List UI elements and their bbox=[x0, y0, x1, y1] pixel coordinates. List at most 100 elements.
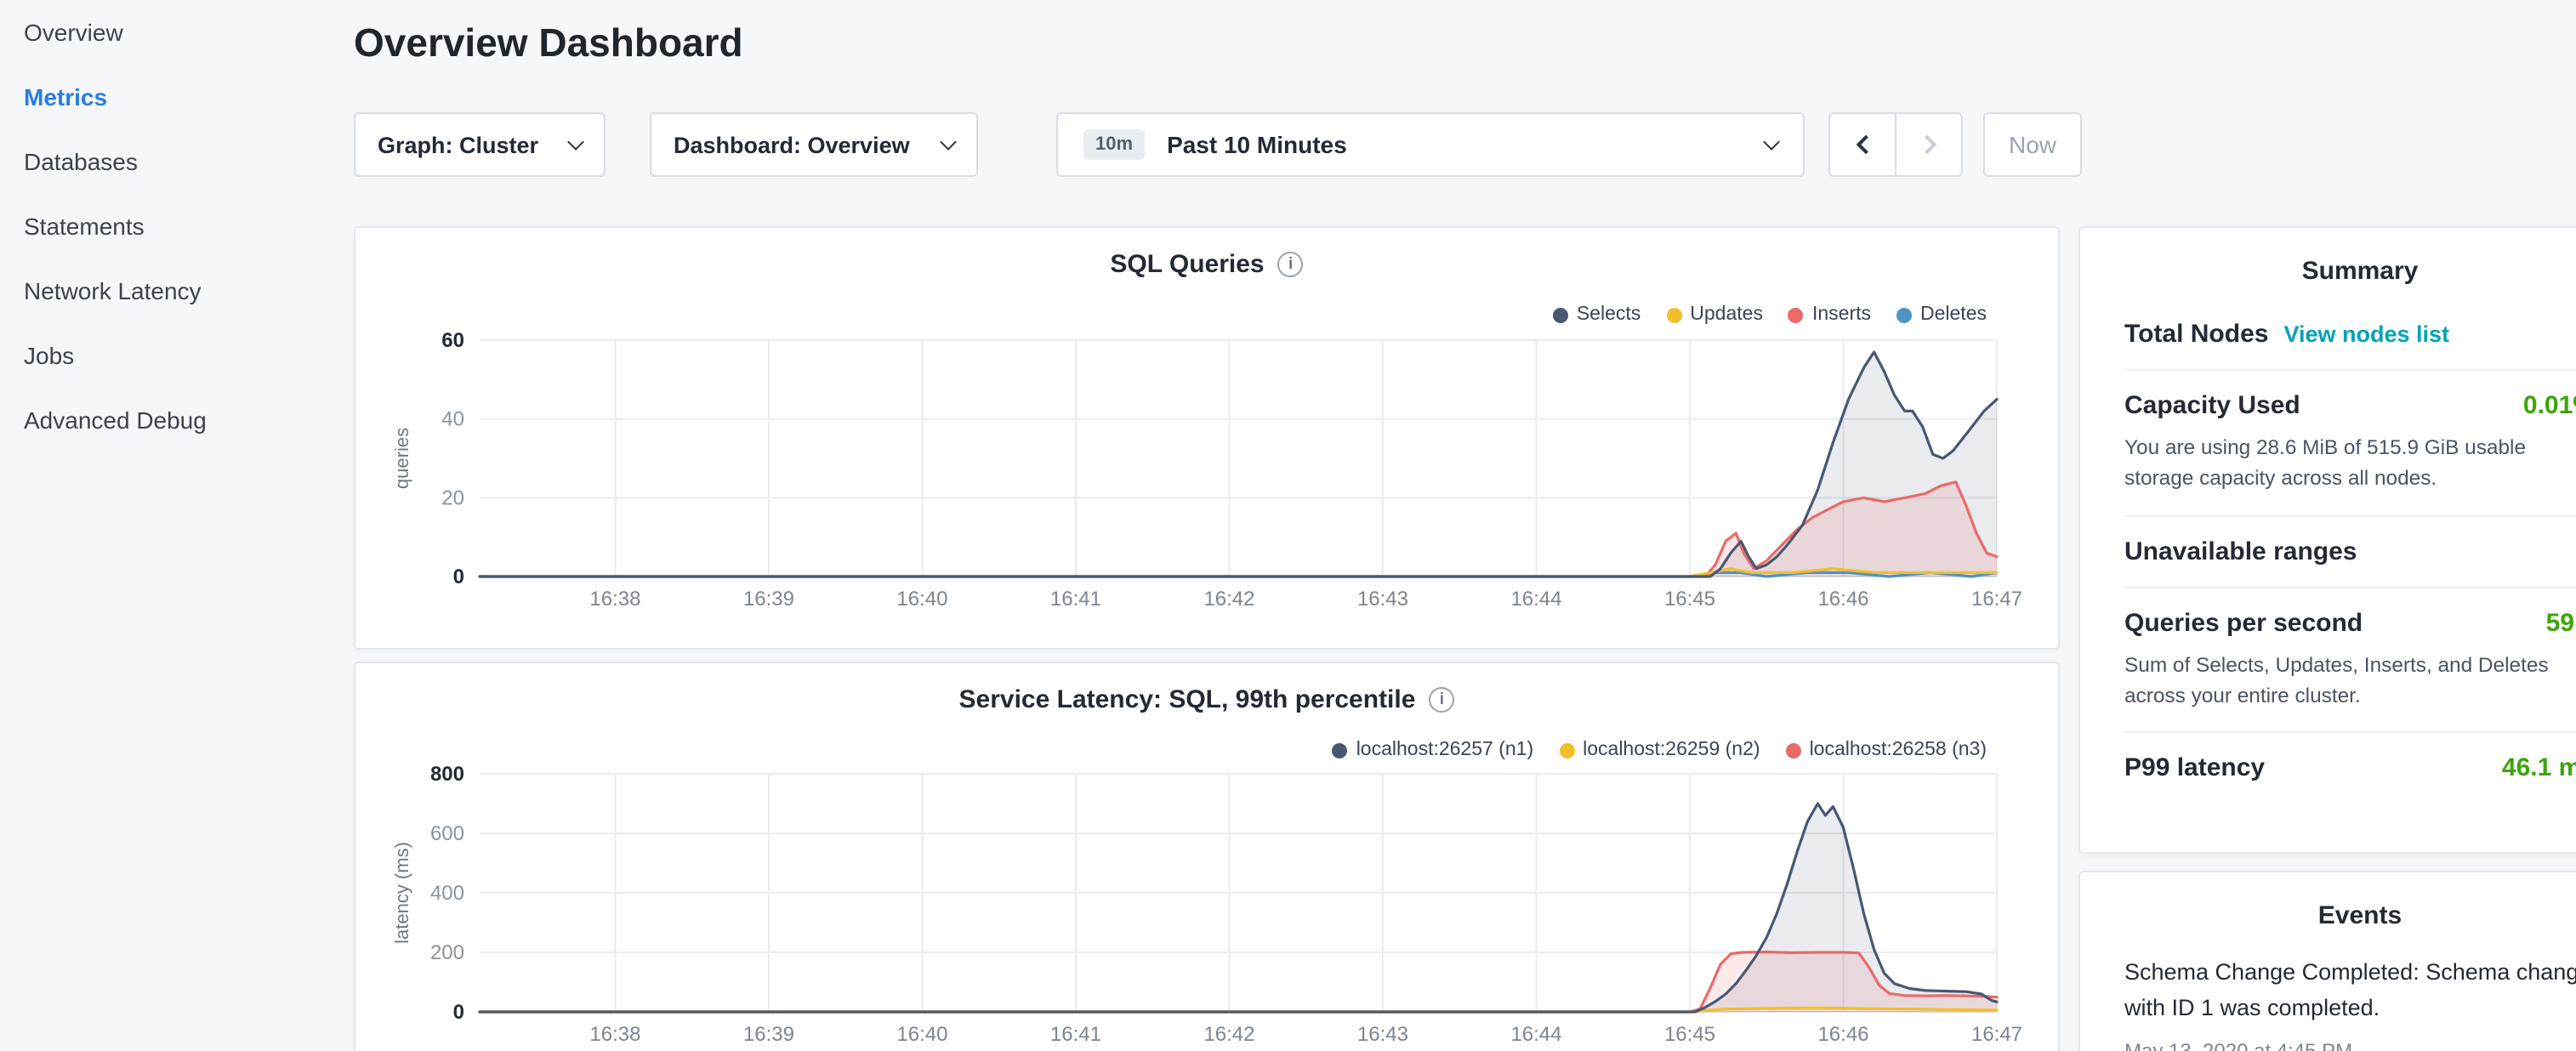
sidebar-item-advanced-debug[interactable]: Advanced Debug bbox=[0, 388, 340, 452]
dashboard-controls: Graph: Cluster Dashboard: Overview 10m P… bbox=[354, 112, 2575, 177]
service-latency-chart[interactable]: 020040060080016:3816:3916:4016:4116:4216… bbox=[393, 757, 2026, 1051]
event-text: Schema Change Completed: Schema change w… bbox=[2124, 956, 2576, 1027]
event-timestamp: May 13, 2020 at 4:45 PM bbox=[2124, 1039, 2576, 1051]
event-item[interactable]: Schema Change Completed: Schema change w… bbox=[2124, 956, 2576, 1051]
time-window-badge: 10m bbox=[1083, 129, 1145, 160]
legend-label: Updates bbox=[1690, 304, 1763, 325]
time-window-pager bbox=[1828, 112, 1963, 177]
view-nodes-list-link[interactable]: View nodes list bbox=[2283, 321, 2449, 347]
svg-text:16:40: 16:40 bbox=[896, 588, 947, 611]
summary-title: Summary bbox=[2080, 228, 2576, 286]
svg-text:16:38: 16:38 bbox=[589, 588, 640, 611]
svg-text:200: 200 bbox=[430, 941, 464, 964]
summary-stat-total-nodes: Total NodesView nodes list 3 bbox=[2124, 299, 2576, 369]
summary-panel: Summary Total NodesView nodes list 3 Cap… bbox=[2078, 226, 2576, 854]
svg-text:16:46: 16:46 bbox=[1817, 1023, 1868, 1046]
svg-text:16:39: 16:39 bbox=[743, 588, 794, 611]
events-panel: Events Schema Change Completed: Schema c… bbox=[2078, 871, 2576, 1051]
legend-dot-icon bbox=[1666, 307, 1681, 322]
stat-label-text: Total Nodes bbox=[2124, 320, 2268, 349]
graph-scope-label: Graph: Cluster bbox=[378, 132, 538, 157]
sidebar-item-databases[interactable]: Databases bbox=[0, 129, 340, 194]
svg-text:16:47: 16:47 bbox=[1971, 1023, 2022, 1046]
svg-text:60: 60 bbox=[441, 329, 464, 352]
svg-text:0: 0 bbox=[453, 1001, 464, 1024]
svg-text:16:40: 16:40 bbox=[896, 1023, 947, 1046]
svg-text:16:45: 16:45 bbox=[1664, 588, 1715, 611]
chevron-left-icon bbox=[1856, 135, 1875, 155]
svg-text:600: 600 bbox=[430, 822, 464, 845]
legend-item: Selects bbox=[1553, 304, 1641, 325]
svg-text:400: 400 bbox=[430, 882, 464, 905]
svg-text:16:47: 16:47 bbox=[1971, 588, 2022, 611]
time-window-dropdown[interactable]: 10m Past 10 Minutes bbox=[1056, 112, 1805, 177]
legend-item: Deletes bbox=[1896, 304, 1987, 325]
time-window-next-button[interactable] bbox=[1895, 112, 1963, 177]
stat-description: Sum of Selects, Updates, Inserts, and De… bbox=[2124, 649, 2576, 711]
time-window-prev-button[interactable] bbox=[1828, 112, 1896, 177]
info-icon[interactable]: i bbox=[1278, 252, 1304, 277]
legend-dot-icon bbox=[1788, 307, 1804, 322]
stat-label: Total Nodes View nodes list bbox=[2124, 320, 2449, 349]
info-icon[interactable]: i bbox=[1429, 687, 1454, 713]
legend-dot-icon bbox=[1559, 742, 1574, 758]
svg-text:16:42: 16:42 bbox=[1203, 1023, 1254, 1046]
legend-label: Deletes bbox=[1920, 304, 1987, 325]
chevron-right-icon bbox=[1917, 135, 1936, 155]
chart-title-text: Service Latency: SQL, 99th percentile bbox=[959, 685, 1416, 714]
svg-text:16:43: 16:43 bbox=[1357, 1023, 1408, 1046]
legend-item: Updates bbox=[1666, 304, 1763, 325]
service-latency-card: Service Latency: SQL, 99th percentile i … bbox=[354, 662, 2060, 1051]
summary-stat-queries-per-second: Queries per second 59.7 Sum of Selects, … bbox=[2124, 586, 2576, 731]
legend-dot-icon bbox=[1553, 307, 1568, 322]
chart-title-text: SQL Queries bbox=[1110, 250, 1264, 279]
stat-label: Capacity Used bbox=[2124, 391, 2300, 420]
summary-stats: Total NodesView nodes list 3 Capacity Us… bbox=[2124, 299, 2576, 803]
sidebar-item-statements[interactable]: Statements bbox=[0, 194, 340, 258]
chart-legend: Selects Updates Inserts Deletes bbox=[1553, 304, 1987, 325]
app-window: Overview Metrics Databases Statements Ne… bbox=[0, 0, 2576, 1051]
legend-label: Selects bbox=[1577, 304, 1641, 325]
events-title: Events bbox=[2080, 872, 2576, 930]
sql-queries-chart[interactable]: 0 20 40 60 16:38 16:39 16:40 16:41 16:42 16:43 16:… bbox=[393, 323, 2026, 631]
svg-text:800: 800 bbox=[430, 763, 464, 786]
page-title: Overview Dashboard bbox=[354, 20, 743, 66]
stat-value: 59.7 bbox=[2546, 608, 2576, 637]
svg-text:16:46: 16:46 bbox=[1817, 588, 1868, 611]
sidebar-item-jobs[interactable]: Jobs bbox=[0, 323, 340, 388]
svg-text:16:44: 16:44 bbox=[1510, 1023, 1561, 1046]
svg-text:16:42: 16:42 bbox=[1203, 588, 1254, 611]
stat-description: You are using 28.6 MiB of 515.9 GiB usab… bbox=[2124, 432, 2576, 494]
sidebar: Overview Metrics Databases Statements Ne… bbox=[0, 0, 340, 1051]
summary-stat-p99-latency: P99 latency 46.1 ms bbox=[2124, 731, 2576, 803]
svg-text:16:41: 16:41 bbox=[1050, 588, 1101, 611]
svg-text:latency (ms): latency (ms) bbox=[393, 842, 412, 944]
stat-value: 46.1 ms bbox=[2502, 753, 2576, 782]
graph-scope-dropdown[interactable]: Graph: Cluster bbox=[354, 112, 606, 177]
sidebar-item-metrics[interactable]: Metrics bbox=[0, 65, 340, 129]
svg-text:queries: queries bbox=[393, 428, 412, 489]
dashboard-dropdown[interactable]: Dashboard: Overview bbox=[650, 112, 978, 177]
svg-text:16:39: 16:39 bbox=[743, 1023, 794, 1046]
dashboard-label: Dashboard: Overview bbox=[674, 132, 910, 157]
sidebar-item-network-latency[interactable]: Network Latency bbox=[0, 258, 340, 323]
svg-text:20: 20 bbox=[441, 486, 464, 509]
now-button[interactable]: Now bbox=[1983, 112, 2082, 177]
stat-label: Queries per second bbox=[2124, 608, 2363, 637]
chart-title: SQL Queries i bbox=[355, 250, 2058, 279]
svg-text:40: 40 bbox=[441, 408, 464, 431]
chevron-down-icon bbox=[1763, 133, 1780, 150]
legend-item: Inserts bbox=[1788, 304, 1871, 325]
chevron-down-icon bbox=[940, 133, 957, 150]
legend-dot-icon bbox=[1333, 742, 1348, 758]
stat-label: P99 latency bbox=[2124, 753, 2265, 782]
chart-title: Service Latency: SQL, 99th percentile i bbox=[355, 685, 2058, 714]
legend-label: Inserts bbox=[1812, 304, 1871, 325]
sql-queries-card: SQL Queries i Selects Updates Inserts Delet… bbox=[354, 226, 2060, 650]
stat-value: 0.01% bbox=[2523, 391, 2576, 420]
svg-text:16:43: 16:43 bbox=[1357, 588, 1408, 611]
svg-text:0: 0 bbox=[453, 565, 464, 588]
svg-text:16:41: 16:41 bbox=[1050, 1023, 1101, 1046]
sidebar-item-overview[interactable]: Overview bbox=[0, 0, 340, 65]
stat-label: Unavailable ranges bbox=[2124, 537, 2357, 565]
